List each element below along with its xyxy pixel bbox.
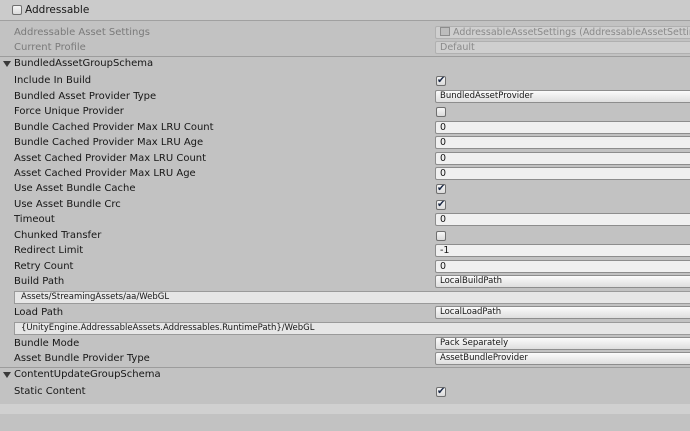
bundle-mode-dropdown[interactable]: Pack Separately xyxy=(435,337,690,350)
provider-type-row: Bundled Asset Provider Type BundledAsset… xyxy=(0,90,690,105)
bundle-lru-count-label: Bundle Cached Provider Max LRU Count xyxy=(14,122,214,133)
bundled-section-title: BundledAssetGroupSchema xyxy=(14,58,154,69)
profile-row: Current Profile Default xyxy=(0,41,690,56)
load-path-row: Load Path LocalLoadPath xyxy=(0,306,690,321)
settings-row: Addressable Asset Settings AddressableAs… xyxy=(0,26,690,41)
profile-field: Default xyxy=(435,41,690,54)
bundled-section-header[interactable]: BundledAssetGroupSchema xyxy=(0,57,690,72)
bundle-mode-row: Bundle Mode Pack Separately xyxy=(0,337,690,352)
chunked-row: Chunked Transfer xyxy=(0,229,690,244)
asset-lru-age-label: Asset Cached Provider Max LRU Age xyxy=(14,168,196,179)
bundle-provider-row: Asset Bundle Provider Type AssetBundlePr… xyxy=(0,352,690,367)
asset-lru-count-row: Asset Cached Provider Max LRU Count 0 xyxy=(0,152,690,167)
force-unique-row: Force Unique Provider xyxy=(0,105,690,120)
chunked-label: Chunked Transfer xyxy=(14,230,102,241)
include-in-build-row: Include In Build xyxy=(0,74,690,89)
provider-type-label: Bundled Asset Provider Type xyxy=(14,91,157,102)
timeout-row: Timeout 0 xyxy=(0,213,690,228)
use-crc-row: Use Asset Bundle Crc xyxy=(0,198,690,213)
asset-lru-count-input[interactable]: 0 xyxy=(435,152,690,165)
redirect-label: Redirect Limit xyxy=(14,245,84,256)
load-path-label: Load Path xyxy=(14,307,64,318)
force-unique-label: Force Unique Provider xyxy=(14,106,124,117)
asset-lru-count-label: Asset Cached Provider Max LRU Count xyxy=(14,153,207,164)
bundle-provider-label: Asset Bundle Provider Type xyxy=(14,353,150,364)
load-path-dropdown[interactable]: LocalLoadPath xyxy=(435,306,690,319)
use-cache-checkbox[interactable] xyxy=(436,182,446,196)
build-path-row: Build Path LocalBuildPath xyxy=(0,275,690,290)
retry-input[interactable]: 0 xyxy=(435,260,690,273)
timeout-input[interactable]: 0 xyxy=(435,213,690,226)
content-update-section-header[interactable]: ContentUpdateGroupSchema xyxy=(0,368,690,383)
provider-type-dropdown[interactable]: BundledAssetProvider xyxy=(435,90,690,103)
redirect-row: Redirect Limit -1 xyxy=(0,244,690,259)
retry-row: Retry Count 0 xyxy=(0,260,690,275)
settings-label: Addressable Asset Settings xyxy=(14,27,150,38)
build-path-dropdown[interactable]: LocalBuildPath xyxy=(435,275,690,288)
addressable-checkbox[interactable] xyxy=(12,5,22,15)
bundle-mode-label: Bundle Mode xyxy=(14,338,80,349)
bundle-lru-count-input[interactable]: 0 xyxy=(435,121,690,134)
scriptable-object-icon xyxy=(440,27,450,36)
profile-label: Current Profile xyxy=(14,42,86,53)
include-in-build-label: Include In Build xyxy=(14,75,92,86)
load-path-resolved: {UnityEngine.AddressableAssets.Addressab… xyxy=(14,322,690,335)
bundle-provider-dropdown[interactable]: AssetBundleProvider xyxy=(435,352,690,365)
static-content-row: Static Content xyxy=(0,385,690,400)
include-in-build-checkbox[interactable] xyxy=(436,74,446,88)
build-path-resolved: Assets/StreamingAssets/aa/WebGL xyxy=(14,291,690,304)
foldout-arrow-icon[interactable] xyxy=(3,372,11,378)
use-crc-checkbox[interactable] xyxy=(436,198,446,212)
force-unique-checkbox[interactable] xyxy=(436,107,446,117)
retry-label: Retry Count xyxy=(14,261,74,272)
chunked-checkbox[interactable] xyxy=(436,231,446,241)
build-path-label: Build Path xyxy=(14,276,65,287)
addressable-label: Addressable xyxy=(25,4,90,16)
foldout-arrow-icon[interactable] xyxy=(3,61,11,67)
timeout-label: Timeout xyxy=(14,214,55,225)
footer-bar xyxy=(0,404,690,414)
bundle-lru-count-row: Bundle Cached Provider Max LRU Count 0 xyxy=(0,121,690,136)
redirect-input[interactable]: -1 xyxy=(435,244,690,257)
bundle-lru-age-input[interactable]: 0 xyxy=(435,136,690,149)
bundle-lru-age-label: Bundle Cached Provider Max LRU Age xyxy=(14,137,204,148)
asset-lru-age-row: Asset Cached Provider Max LRU Age 0 xyxy=(0,167,690,182)
inspector-header: Addressable xyxy=(0,0,690,21)
use-cache-row: Use Asset Bundle Cache xyxy=(0,182,690,197)
asset-lru-age-input[interactable]: 0 xyxy=(435,167,690,180)
settings-object-field: AddressableAssetSettings (AddressableAss… xyxy=(435,26,690,39)
static-content-checkbox[interactable] xyxy=(436,385,446,399)
bundle-lru-age-row: Bundle Cached Provider Max LRU Age 0 xyxy=(0,136,690,151)
static-content-label: Static Content xyxy=(14,386,86,397)
use-crc-label: Use Asset Bundle Crc xyxy=(14,199,121,210)
use-cache-label: Use Asset Bundle Cache xyxy=(14,183,136,194)
content-update-section-title: ContentUpdateGroupSchema xyxy=(14,369,161,380)
